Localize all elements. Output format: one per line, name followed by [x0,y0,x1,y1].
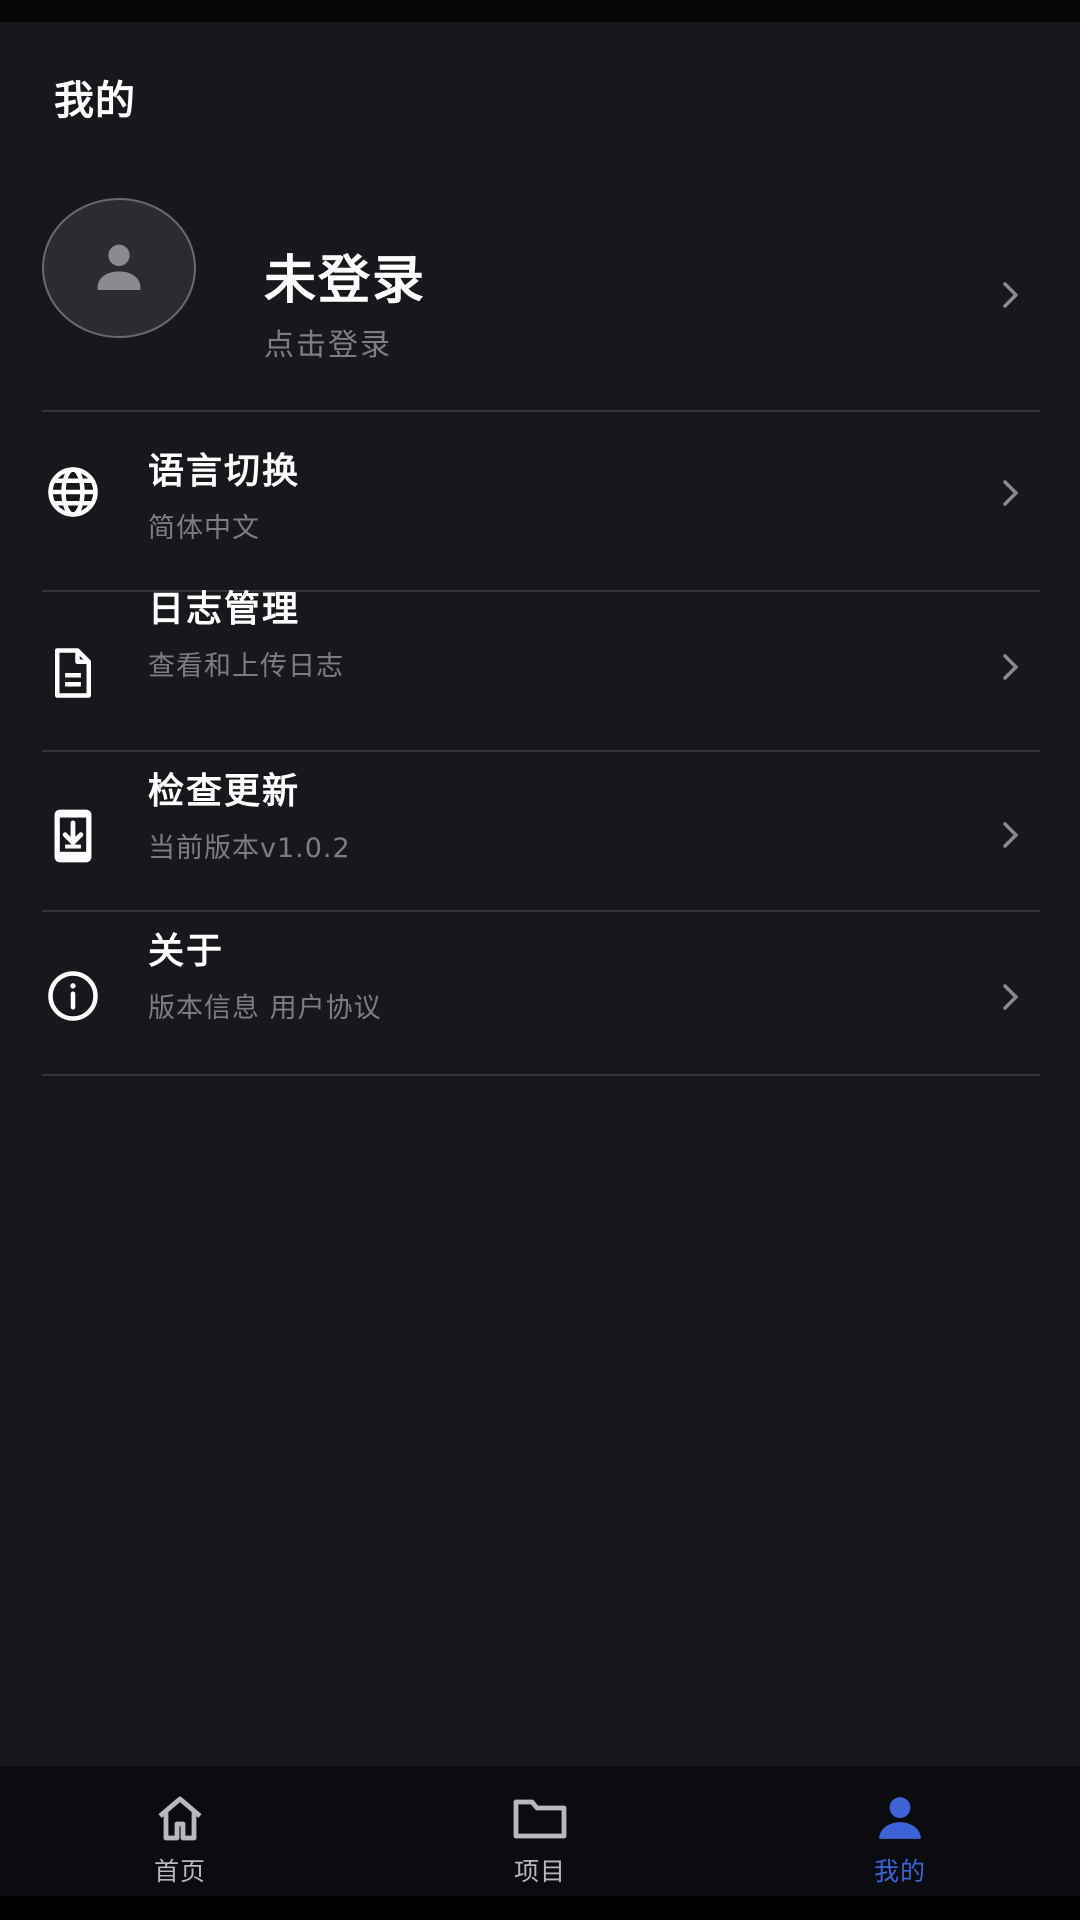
download-device-icon [44,807,102,865]
home-icon [152,1790,208,1846]
chevron-right-icon [996,652,1026,682]
chevron-right-icon [996,820,1026,850]
menu-item-subtitle: 版本信息 用户协议 [148,993,382,1024]
nav-item-label: 我的 [873,1857,926,1886]
divider [42,1074,1040,1076]
status-bar [0,0,1080,22]
document-icon [44,644,102,702]
menu-item-about[interactable]: 关于 版本信息 用户协议 [0,912,1080,1072]
chevron-right-icon [996,478,1026,508]
person-icon [872,1790,928,1846]
nav-item-label: 首页 [153,1857,206,1886]
menu-item-label: 语言切换 [148,451,301,492]
globe-icon [44,463,102,521]
nav-item-mine[interactable]: 我的 [720,1766,1080,1896]
folder-icon [512,1790,568,1846]
nav-item-home[interactable]: 首页 [0,1766,360,1896]
bottom-nav: 首页 项目 我的 [0,1766,1080,1896]
menu-item-label: 日志管理 [148,589,301,630]
profile-screen: 我的 未登录 点击登录 语言切换 简体中文 日志管理 查看和上传日志 检查更新 … [0,22,1080,1766]
person-icon [87,234,151,302]
menu-item-label: 关于 [148,931,225,972]
chevron-right-icon [996,982,1026,1012]
menu-item-subtitle: 简体中文 [148,513,260,544]
nav-item-label: 项目 [513,1857,566,1886]
page-title: 我的 [54,78,136,124]
menu-item-subtitle: 当前版本v1.0.2 [148,833,351,864]
nav-item-projects[interactable]: 项目 [360,1766,720,1896]
menu-item-language[interactable]: 语言切换 简体中文 [0,412,1080,572]
chevron-right-icon [996,280,1026,310]
menu-item-check-update[interactable]: 检查更新 当前版本v1.0.2 [0,752,1080,912]
menu-item-subtitle: 查看和上传日志 [148,651,344,682]
avatar[interactable] [42,198,196,338]
profile-name: 未登录 [264,251,427,311]
profile-login-row[interactable]: 未登录 点击登录 [0,198,1080,388]
menu-item-label: 检查更新 [148,771,301,812]
system-nav-bar [0,1896,1080,1920]
menu-item-logs[interactable]: 日志管理 查看和上传日志 [0,589,1080,752]
login-prompt[interactable]: 点击登录 [264,320,392,364]
info-icon [44,967,102,1025]
